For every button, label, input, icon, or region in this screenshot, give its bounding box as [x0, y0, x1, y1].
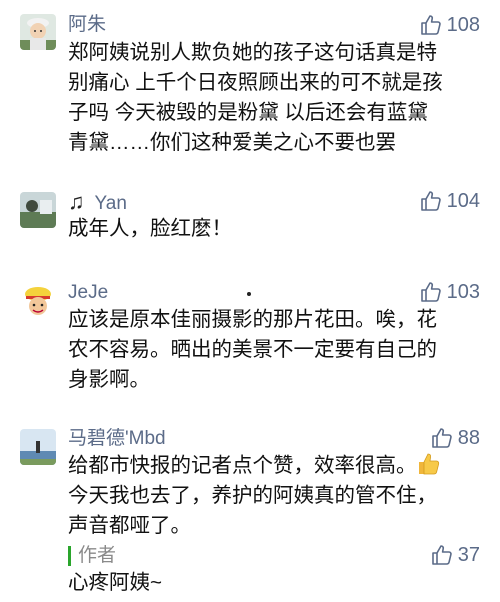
author-label: 作者: [78, 545, 117, 566]
thumbs-up-icon: [420, 191, 441, 211]
thumbs-up-icon: [431, 428, 452, 448]
reply-like-button[interactable]: 37: [430, 543, 480, 567]
like-count: 88: [457, 427, 480, 449]
commenter-name[interactable]: JeJe: [68, 281, 108, 305]
author-reply-bar: [68, 546, 71, 566]
like-count: 108: [446, 14, 480, 36]
thumbs-up-icon: [420, 282, 441, 302]
thumbs-up-icon: [420, 15, 441, 35]
like-button[interactable]: 103: [419, 280, 480, 304]
like-count: 103: [446, 281, 480, 303]
avatar[interactable]: [20, 14, 56, 50]
commenter-name[interactable]: 马碧德'Mbd: [68, 427, 166, 451]
commenter-name[interactable]: ♫ Yan: [68, 190, 127, 216]
avatar[interactable]: [20, 192, 56, 228]
comment-text: 成年人，脸红麽！: [68, 217, 232, 240]
stray-dot: [247, 292, 251, 296]
like-count: 104: [446, 190, 480, 212]
music-note-icon: ♫: [68, 189, 85, 214]
comment-text: 应该是原本佳丽摄影的那片花田。唉，花 农不容易。晒出的美景不一定要有自己的 身影…: [68, 308, 437, 391]
like-button[interactable]: 108: [419, 13, 480, 37]
avatar[interactable]: [20, 284, 56, 320]
comment-text: 郑阿姨说别人欺负她的孩子这句话真是特 别痛心 上千个日夜照顾出来的可不就是孩 子…: [68, 41, 443, 154]
thumbs-up-emoji-icon: [418, 453, 439, 475]
author-reply-text: 心疼阿姨~: [68, 571, 162, 594]
commenter-name[interactable]: 阿朱: [68, 13, 106, 37]
comment-text: 给都市快报的记者点个赞，效率很高。 今天我也去了，养护的阿姨真的管不住， 声音都…: [68, 451, 478, 541]
thumbs-up-icon: [431, 545, 452, 565]
like-count: 37: [457, 544, 480, 566]
avatar[interactable]: [20, 429, 56, 465]
like-button[interactable]: 88: [430, 426, 480, 450]
like-button[interactable]: 104: [419, 189, 480, 213]
